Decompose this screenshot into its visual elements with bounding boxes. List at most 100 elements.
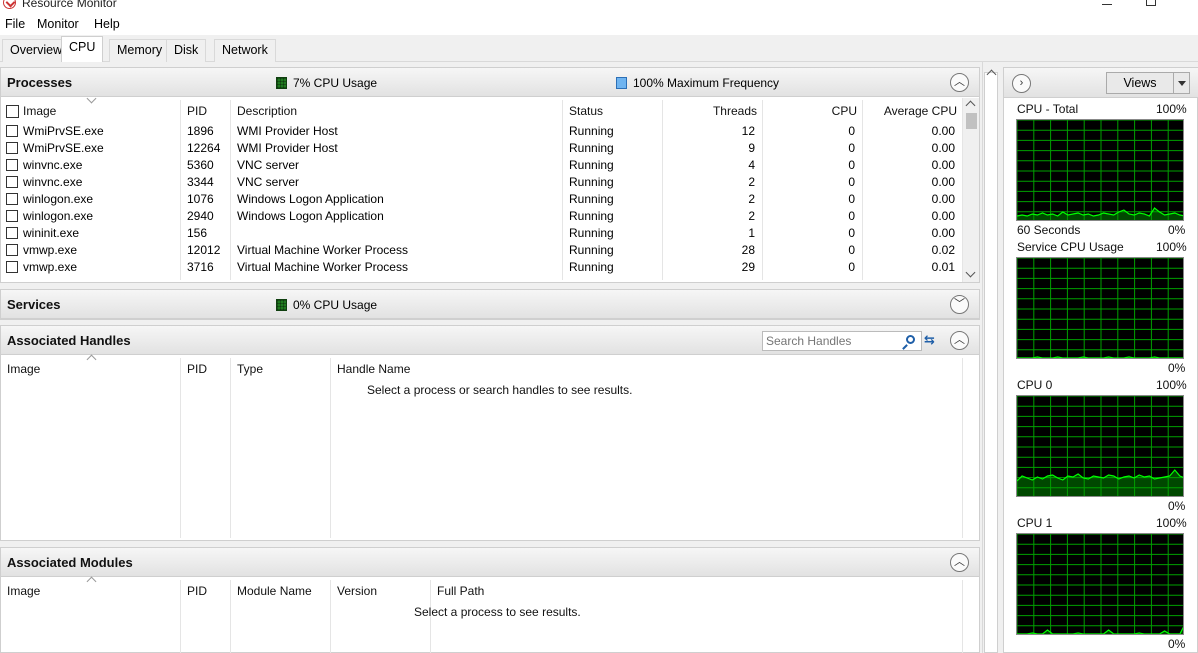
modules-empty-message: Select a process to see results. <box>414 605 581 619</box>
cell-pid: 12012 <box>187 243 221 257</box>
cell-description: VNC server <box>237 158 300 172</box>
col-status[interactable]: Status <box>569 104 603 118</box>
services-header[interactable]: Services 0% CPU Usage ﹀ <box>1 290 979 319</box>
clipped-row <box>1 276 961 281</box>
graph-min-label: 0% <box>1168 637 1186 651</box>
cell-average-cpu: 0.01 <box>931 260 955 274</box>
cell-threads: 29 <box>741 260 755 274</box>
col-image[interactable]: Image <box>7 584 40 598</box>
graph-min-label: 0% <box>1168 499 1186 513</box>
col-description[interactable]: Description <box>237 104 297 118</box>
process-scrollbar[interactable] <box>962 98 979 282</box>
row-checkbox[interactable] <box>6 193 18 205</box>
processes-panel: Processes 7% CPU Usage 100% Maximum Freq… <box>0 67 980 283</box>
col-full-path[interactable]: Full Path <box>437 584 484 598</box>
process-row[interactable]: winlogon.exe 1076 Windows Logon Applicatio… <box>1 191 961 208</box>
tab-memory[interactable]: Memory <box>109 39 171 62</box>
menu-help[interactable]: Help <box>94 17 120 31</box>
process-row[interactable]: wininit.exe 156 Running 1 0 0.00 <box>1 225 961 242</box>
graphs-pane: › Views CPU - Total 100% 60 Seconds 0% S… <box>1003 67 1198 653</box>
refresh-icon[interactable]: ⇆ <box>924 333 938 347</box>
row-checkbox[interactable] <box>6 125 18 137</box>
cell-image: WmiPrvSE.exe <box>23 124 104 138</box>
row-checkbox[interactable] <box>6 176 18 188</box>
process-row[interactable]: winvnc.exe 3344 VNC server Running 2 0 0.00 <box>1 174 961 191</box>
cell-threads: 28 <box>741 243 755 257</box>
tab-overview[interactable]: Overview <box>2 39 71 62</box>
sort-indicator-icon <box>86 576 97 587</box>
cell-pid: 5360 <box>187 158 214 172</box>
process-row[interactable]: WmiPrvSE.exe 1896 WMI Provider Host Running… <box>1 123 961 140</box>
graph-min-label: 0% <box>1168 361 1186 375</box>
col-pid[interactable]: PID <box>187 104 207 118</box>
select-all-checkbox[interactable] <box>6 105 19 118</box>
process-row[interactable]: winvnc.exe 5360 VNC server Running 4 0 0.00 <box>1 157 961 174</box>
graph-title: CPU 1 <box>1017 516 1053 530</box>
scroll-thumb[interactable] <box>966 113 977 129</box>
col-pid[interactable]: PID <box>187 584 207 598</box>
pane-scrollbar[interactable] <box>982 62 999 653</box>
row-checkbox[interactable] <box>6 227 18 239</box>
cell-status: Running <box>569 141 614 155</box>
cpu-usage-legend: 7% CPU Usage <box>276 76 377 90</box>
modules-header[interactable]: Associated Modules ︿ <box>1 548 979 577</box>
col-version[interactable]: Version <box>337 584 377 598</box>
cpu0-graph <box>1016 395 1184 497</box>
window-title: Resource Monitor <box>22 0 117 10</box>
col-type[interactable]: Type <box>237 362 263 376</box>
handles-header[interactable]: Associated Handles ⇆ ︿ <box>1 326 979 355</box>
col-pid[interactable]: PID <box>187 362 207 376</box>
process-row[interactable]: vmwp.exe 12012 Virtual Machine Worker Proc… <box>1 242 961 259</box>
process-row[interactable]: vmwp.exe 3716 Virtual Machine Worker Proce… <box>1 259 961 276</box>
scroll-up-icon[interactable] <box>965 100 976 111</box>
process-row[interactable]: WmiPrvSE.exe 12264 WMI Provider Host Runnin… <box>1 140 961 157</box>
graph-footer: 60 Seconds <box>1017 223 1081 237</box>
maximize-icon[interactable] <box>1146 0 1156 6</box>
graph-title: CPU - Total <box>1017 102 1079 116</box>
cell-image: wininit.exe <box>23 226 80 240</box>
resource-monitor-icon <box>3 0 16 9</box>
collapse-modules-button[interactable]: ︿ <box>950 553 969 572</box>
collapse-graphs-button[interactable]: › <box>1012 74 1031 93</box>
tab-network[interactable]: Network <box>214 39 276 62</box>
minimize-icon[interactable] <box>1102 4 1112 5</box>
col-threads[interactable]: Threads <box>661 104 757 118</box>
process-row[interactable]: winlogon.exe 2940 Windows Logon Applicatio… <box>1 208 961 225</box>
expand-services-button[interactable]: ﹀ <box>950 295 969 314</box>
title-bar: Resource Monitor <box>0 0 1198 13</box>
search-handles-input[interactable] <box>766 334 896 348</box>
search-icon[interactable] <box>906 335 915 344</box>
row-checkbox[interactable] <box>6 210 18 222</box>
col-average-cpu[interactable]: Average CPU <box>861 104 957 118</box>
graph-title: CPU 0 <box>1017 378 1053 392</box>
collapse-processes-button[interactable]: ︿ <box>950 73 969 92</box>
cell-description: VNC server <box>237 175 300 189</box>
col-image[interactable]: Image <box>7 362 40 376</box>
collapse-handles-button[interactable]: ︿ <box>950 331 969 350</box>
handles-empty-message: Select a process or search handles to se… <box>367 383 633 397</box>
search-handles-box[interactable] <box>762 331 922 351</box>
processes-header[interactable]: Processes 7% CPU Usage 100% Maximum Freq… <box>1 68 979 97</box>
row-checkbox[interactable] <box>6 244 18 256</box>
tab-disk[interactable]: Disk <box>166 39 207 62</box>
row-checkbox[interactable] <box>6 261 18 273</box>
views-button[interactable]: Views <box>1106 72 1174 94</box>
col-image[interactable]: Image <box>23 104 56 118</box>
views-dropdown-icon[interactable] <box>1173 72 1190 94</box>
row-checkbox[interactable] <box>6 142 18 154</box>
scroll-down-icon[interactable] <box>965 267 976 278</box>
cell-description: Virtual Machine Worker Process <box>237 243 408 257</box>
col-module-name[interactable]: Module Name <box>237 584 312 598</box>
cell-pid: 1896 <box>187 124 214 138</box>
cell-description: Virtual Machine Worker Process <box>237 260 408 274</box>
col-divider <box>330 358 331 538</box>
menu-monitor[interactable]: Monitor <box>37 17 79 31</box>
services-panel: Services 0% CPU Usage ﹀ <box>0 289 980 320</box>
col-cpu[interactable]: CPU <box>761 104 857 118</box>
row-checkbox[interactable] <box>6 159 18 171</box>
scroll-track[interactable] <box>984 72 998 653</box>
menu-file[interactable]: File <box>5 17 25 31</box>
cell-cpu: 0 <box>848 209 855 223</box>
tab-cpu[interactable]: CPU <box>61 36 104 63</box>
col-handle-name[interactable]: Handle Name <box>337 362 410 376</box>
